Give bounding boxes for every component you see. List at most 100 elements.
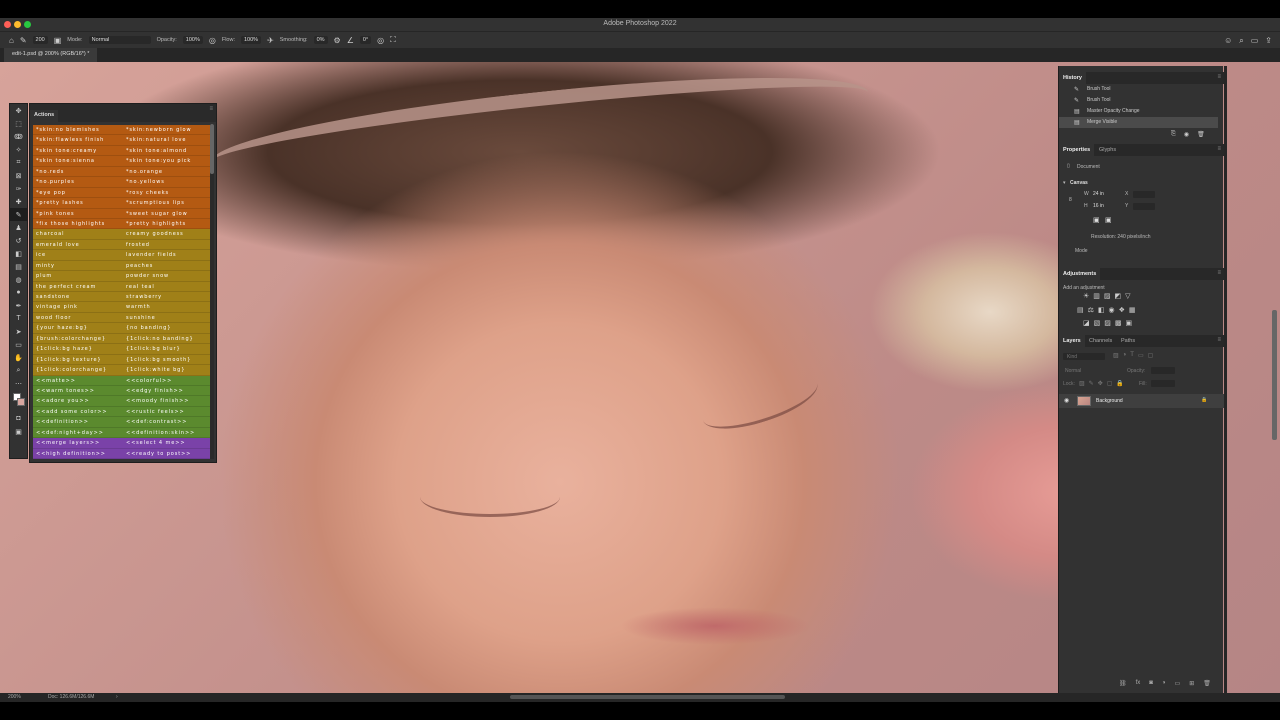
action-item[interactable]: *skin:natural love <box>123 135 210 146</box>
action-item[interactable]: sandstone <box>33 292 123 303</box>
pressure-opacity-icon[interactable]: ◎ <box>209 36 216 45</box>
action-item[interactable]: <<matte>> <box>33 375 123 386</box>
panel-menu-icon[interactable]: ≡ <box>1217 270 1221 276</box>
action-item[interactable]: {1click:bg haze} <box>33 344 123 355</box>
action-item[interactable]: <<select 4 me>> <box>123 438 210 449</box>
adjustment-filter-icon[interactable]: ◑ <box>1123 352 1127 359</box>
action-item[interactable]: *pink tones <box>33 208 123 219</box>
invert-icon[interactable]: ◪ <box>1083 319 1090 327</box>
move-tool-icon[interactable]: ✥ <box>10 104 27 117</box>
mode-select[interactable]: Normal <box>88 36 151 44</box>
levels-icon[interactable]: ▥ <box>1093 292 1100 300</box>
panel-menu-icon[interactable]: ≡ <box>209 106 213 112</box>
color-lookup-icon[interactable]: ▦ <box>1129 306 1136 314</box>
action-item[interactable]: <<ready to post>> <box>123 448 210 459</box>
action-item[interactable]: lavender fields <box>123 250 210 261</box>
action-item[interactable]: {1click:bg smooth} <box>123 354 210 366</box>
black-white-icon[interactable]: ◧ <box>1098 306 1105 314</box>
action-item[interactable]: *no.reds <box>33 166 123 178</box>
layer-opacity-field[interactable] <box>1151 367 1175 374</box>
path-select-tool-icon[interactable]: ➤ <box>10 325 27 338</box>
action-item[interactable]: vintage pink <box>33 302 123 313</box>
action-item[interactable]: *sweet sugar glow <box>123 208 210 219</box>
screen-mode-icon[interactable]: ▣ <box>10 425 27 438</box>
action-item[interactable]: {no banding} <box>123 323 210 334</box>
action-item[interactable]: strawberry <box>123 292 210 303</box>
action-item[interactable]: minty <box>33 260 123 272</box>
action-item[interactable]: <<add some color>> <box>33 406 123 418</box>
posterize-icon[interactable]: ▧ <box>1094 319 1101 327</box>
document-tab[interactable]: edit-1.psd @ 200% (RGB/16*) * <box>4 48 98 62</box>
action-item[interactable]: *pretty lashes <box>33 198 123 209</box>
doc-size-info[interactable]: Doc: 126.6M/126.6M <box>48 694 94 700</box>
pixel-filter-icon[interactable]: ▨ <box>1113 352 1119 359</box>
eraser-tool-icon[interactable]: ◧ <box>10 247 27 260</box>
actions-scrollbar[interactable] <box>210 124 214 459</box>
action-item[interactable]: real teal <box>123 281 210 292</box>
link-layers-icon[interactable]: ⛓ <box>1119 680 1127 687</box>
lock-position-icon[interactable]: ✥ <box>1098 380 1103 387</box>
airbrush-icon[interactable]: ✈ <box>267 36 274 45</box>
vibrance-icon[interactable]: ▽ <box>1125 292 1130 300</box>
channel-mixer-icon[interactable]: ❖ <box>1119 306 1125 314</box>
actions-scroll-thumb[interactable] <box>210 124 214 174</box>
crop-tool-icon[interactable]: ⌗ <box>10 156 27 169</box>
action-item[interactable]: *skin tone:you pick <box>123 156 210 167</box>
action-item[interactable]: powder snow <box>123 271 210 282</box>
action-item[interactable]: the perfect cream <box>33 281 123 292</box>
action-item[interactable]: <<high definition>> <box>33 448 123 459</box>
action-item[interactable]: <<adore you>> <box>33 396 123 407</box>
height-field[interactable]: 16 in <box>1093 203 1104 209</box>
background-color-swatch[interactable] <box>17 398 25 406</box>
action-item[interactable]: *skin:no blemishes <box>33 125 123 136</box>
dodge-tool-icon[interactable]: ● <box>10 286 27 299</box>
shape-tool-icon[interactable]: ▭ <box>10 338 27 351</box>
tab-adjustments[interactable]: Adjustments <box>1059 268 1101 280</box>
action-item[interactable]: emerald love <box>33 239 123 251</box>
action-item[interactable]: *skin tone:creamy <box>33 145 123 157</box>
share-icon[interactable]: ☺ <box>1224 36 1232 46</box>
selective-color-icon[interactable]: ▣ <box>1126 319 1133 327</box>
action-item[interactable]: {1click:colorchange} <box>33 365 123 376</box>
angle-field[interactable]: 0° <box>359 36 372 44</box>
workspace-icon[interactable]: ▭ <box>1251 36 1259 46</box>
trash-icon[interactable]: 🗑 <box>1197 131 1205 138</box>
snapshot-icon[interactable]: ◉ <box>1184 131 1189 138</box>
canvas-horizontal-scrollbar[interactable] <box>510 695 785 699</box>
action-item[interactable]: {1click:white bg} <box>123 365 210 376</box>
action-item[interactable]: *eye pop <box>33 187 123 199</box>
action-item[interactable]: peaches <box>123 260 210 272</box>
landscape-orientation-icon[interactable]: ▣ <box>1105 216 1112 224</box>
action-item[interactable]: <<moody finish>> <box>123 396 210 407</box>
action-item[interactable]: <<definition>> <box>33 417 123 428</box>
shape-filter-icon[interactable]: ▭ <box>1138 352 1144 359</box>
lock-all-icon[interactable]: 🔒 <box>1116 380 1123 387</box>
action-item[interactable]: <<edgy finish>> <box>123 385 210 397</box>
panel-menu-icon[interactable]: ≡ <box>1217 74 1221 80</box>
photo-filter-icon[interactable]: ◉ <box>1109 306 1115 314</box>
action-item[interactable]: *no.yellows <box>123 177 210 188</box>
action-item[interactable]: <<rustic feels>> <box>123 406 210 418</box>
curves-icon[interactable]: ▨ <box>1104 292 1111 300</box>
action-item[interactable]: plum <box>33 271 123 282</box>
symmetry-icon[interactable]: ⛶ <box>390 35 396 45</box>
flow-field[interactable]: 100% <box>240 36 262 44</box>
y-field[interactable] <box>1133 203 1155 210</box>
fill-field[interactable] <box>1151 380 1175 387</box>
portrait-orientation-icon[interactable]: ▣ <box>1093 216 1100 224</box>
history-brush-tool-icon[interactable]: ↺ <box>10 234 27 247</box>
action-item[interactable]: <<def:night+day>> <box>33 427 123 439</box>
status-menu-icon[interactable]: › <box>116 694 118 700</box>
lock-brush-icon[interactable]: ✎ <box>1089 380 1094 387</box>
lock-pixels-icon[interactable]: ▨ <box>1079 380 1085 387</box>
action-item[interactable]: *skin tone:sienna <box>33 156 123 167</box>
opacity-field[interactable]: 100% <box>182 36 203 44</box>
pressure-size-icon[interactable]: ◎ <box>377 36 384 45</box>
tab-layers[interactable]: Layers <box>1059 335 1085 347</box>
brush-tool-icon[interactable]: ✎ <box>10 208 27 221</box>
tab-paths[interactable]: Paths <box>1117 335 1139 347</box>
home-icon[interactable]: ⌂ <box>9 36 14 45</box>
marquee-tool-icon[interactable]: ⬚ <box>10 117 27 130</box>
more-tools-icon[interactable]: ⋯ <box>10 377 27 390</box>
smart-filter-icon[interactable]: ▢ <box>1148 352 1154 359</box>
